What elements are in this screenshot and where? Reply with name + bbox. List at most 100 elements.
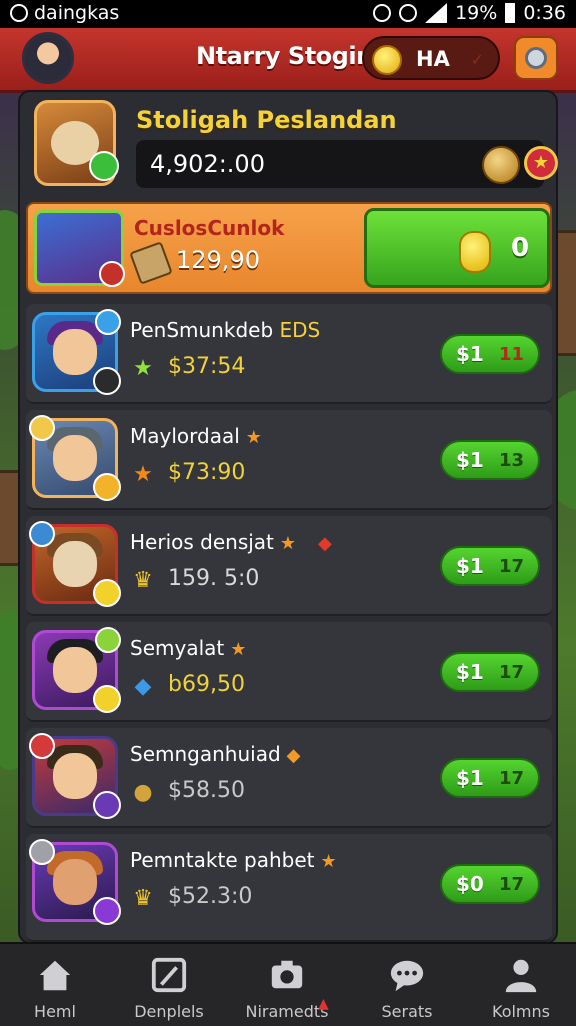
coin-icon: ●	[133, 780, 153, 805]
buy-button[interactable]: $1 17	[440, 652, 540, 692]
settings-button[interactable]	[514, 36, 558, 80]
chat-icon	[390, 960, 424, 992]
notification-icon	[10, 4, 28, 22]
coin-tag-icon	[29, 415, 55, 441]
battery-percent: 19%	[455, 2, 498, 24]
status-bar: daingkas 19% 0:36	[0, 0, 576, 28]
gem-dot-icon	[93, 791, 121, 819]
status-dot-icon	[93, 367, 121, 395]
crown-icon: ♛	[133, 886, 153, 911]
check-icon: ✓	[470, 50, 484, 69]
gem-tag-icon	[29, 521, 55, 547]
camera-icon	[271, 960, 303, 989]
buy-button-count: 11	[498, 344, 524, 365]
star-icon: ★	[133, 462, 153, 487]
featured-thumbnail	[34, 210, 125, 287]
check-badge-icon	[89, 151, 119, 181]
list-item[interactable]: PenSmunkdeb EDS ★ $37:54 $1 11	[26, 304, 552, 404]
star-dot-icon	[93, 473, 121, 501]
status-time: 0:36	[523, 2, 566, 24]
crown-icon: ♛	[133, 568, 153, 593]
gold-coin-icon	[459, 231, 491, 273]
character-portrait	[32, 627, 121, 713]
currency-pill[interactable]: HA ✓	[362, 36, 500, 80]
buy-button-currency: $0	[456, 872, 484, 896]
item-name: PenSmunkdeb EDS	[130, 318, 321, 342]
star-badge-icon[interactable]: ★	[524, 146, 558, 180]
sync-icon	[373, 4, 392, 22]
balance-value: 4,902:.00	[150, 150, 265, 178]
nav-label: Serats	[381, 1002, 433, 1021]
buy-button[interactable]: $1 17	[440, 546, 540, 586]
character-portrait	[29, 415, 121, 501]
coin-dot-icon	[93, 685, 121, 713]
buy-button-currency: $1	[456, 660, 484, 684]
item-price: b69,50	[168, 672, 245, 697]
status-app-name: daingkas	[34, 2, 120, 24]
edit-icon	[151, 957, 187, 993]
item-name: Maylordaal ★	[130, 424, 262, 448]
item-name: Semyalat ★	[130, 636, 247, 660]
list-item[interactable]: Semnganhuiad ◆ ● $58.50 $1 17	[26, 728, 552, 828]
buy-button-currency: $1	[456, 342, 484, 366]
home-icon	[39, 960, 71, 991]
featured-badge-icon	[99, 261, 125, 287]
list-item[interactable]: Semyalat ★ ◆ b69,50 $1 17	[26, 622, 552, 722]
coin-icon	[372, 45, 402, 75]
header-title: Stoligah Peslandan	[136, 106, 397, 134]
list-item[interactable]: Pemntakte pahbet ★ ♛ $52.3:0 $0 17	[26, 834, 552, 942]
coin-stack-icon	[482, 146, 520, 184]
leaf-tag-icon	[95, 627, 121, 653]
nav-home[interactable]: Heml	[0, 950, 110, 1024]
list-item[interactable]: Maylordaal ★ ★ $73:90 $1 13	[26, 410, 552, 510]
item-price: $52.3:0	[168, 884, 253, 909]
player-avatar[interactable]	[22, 32, 74, 84]
nav-kolmns[interactable]: Kolmns	[466, 950, 576, 1024]
list-item[interactable]: Herios densjat ★ ◆ ♛ 159. 5:0 $1 17	[26, 516, 552, 616]
coin-dot-icon	[93, 579, 121, 607]
character-portrait	[29, 839, 121, 925]
buy-button[interactable]: $0 17	[440, 864, 540, 904]
nav-denplels[interactable]: Denplels	[114, 950, 224, 1024]
star-icon: ★	[133, 356, 153, 381]
nav-serats[interactable]: Serats	[352, 950, 462, 1024]
buy-button[interactable]: $1 17	[440, 758, 540, 798]
header-card: Stoligah Peslandan 4,902:.00 ★	[32, 96, 558, 188]
top-bar: Ntarry Stogin HA ✓	[0, 28, 576, 93]
featured-name: CuslosCunlok	[134, 216, 285, 240]
buy-button[interactable]: $1 11	[440, 334, 540, 374]
battery-icon	[505, 3, 516, 23]
item-name: Pemntakte pahbet ★	[130, 848, 337, 872]
red-tag-icon	[29, 733, 55, 759]
gear-icon	[525, 47, 547, 69]
item-price: $37:54	[168, 354, 246, 379]
featured-buy-button[interactable]: 0	[364, 208, 550, 288]
buy-button-count: 17	[498, 874, 524, 895]
buy-button-currency: $1	[456, 554, 484, 578]
buy-button-count: 17	[498, 662, 524, 683]
item-name: Herios densjat ★ ◆	[130, 530, 332, 554]
nav-label: Kolmns	[492, 1002, 550, 1021]
featured-offer[interactable]: CuslosCunlok 129,90 0	[26, 202, 552, 294]
item-price: $58.50	[168, 778, 245, 803]
item-price: $73:90	[168, 460, 246, 485]
buy-button-count: 17	[498, 768, 524, 789]
buy-button-currency: $1	[456, 766, 484, 790]
item-price: 159. 5:0	[168, 566, 260, 591]
buy-button-count: 17	[498, 556, 524, 577]
signal-icon	[425, 3, 448, 23]
character-portrait	[29, 521, 121, 607]
gem-tag-icon	[95, 309, 121, 335]
featured-buy-amount: 0	[511, 233, 530, 263]
nav-label: Heml	[34, 1002, 76, 1021]
ticket-icon	[129, 241, 173, 285]
alert-marker-icon: ▲	[318, 996, 329, 1012]
bottom-nav: Heml Denplels Niramedts ▲ Serats Kolmns	[0, 942, 576, 1026]
character-portrait	[29, 733, 121, 819]
hero-portrait	[34, 100, 119, 186]
featured-price: 129,90	[176, 246, 260, 274]
character-portrait	[32, 309, 121, 395]
nav-label: Denplels	[134, 1002, 204, 1021]
buy-button[interactable]: $1 13	[440, 440, 540, 480]
nav-niramedts[interactable]: Niramedts ▲	[232, 950, 342, 1024]
